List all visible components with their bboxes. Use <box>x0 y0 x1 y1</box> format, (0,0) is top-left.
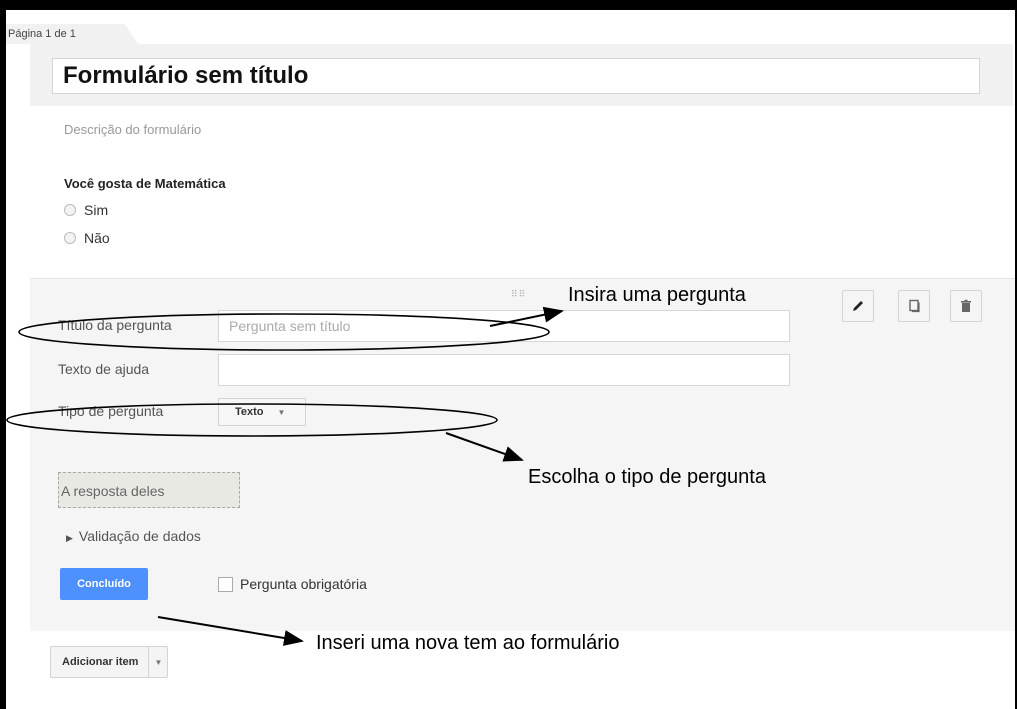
question-title: Você gosta de Matemática <box>64 176 226 191</box>
chevron-down-icon: ▼ <box>277 407 286 417</box>
add-item-button-group[interactable]: Adicionar item ▼ <box>50 646 169 678</box>
option-nao[interactable]: Não <box>64 230 110 246</box>
question-title-input[interactable]: Pergunta sem título <box>218 310 790 342</box>
question-type-select[interactable]: Texto ▼ <box>218 398 306 426</box>
edit-button[interactable] <box>842 290 874 322</box>
option-sim[interactable]: Sim <box>64 202 108 218</box>
triangle-right-icon: ▶ <box>66 533 73 543</box>
annotation-insert-item: Inseri uma nova tem ao formulário <box>316 632 620 654</box>
checkbox-icon[interactable] <box>218 576 233 592</box>
data-validation-toggle[interactable]: ▶ Validação de dados <box>66 528 201 544</box>
drag-handle-icon[interactable]: ⠿⠿ <box>511 289 526 300</box>
help-text-label: Texto de ajuda <box>58 361 150 377</box>
required-label: Pergunta obrigatória <box>240 576 367 592</box>
option-label: Sim <box>84 202 109 218</box>
page-indicator: Página 1 de 1 <box>6 24 138 44</box>
pencil-icon <box>853 301 863 311</box>
form-title-input[interactable]: Formulário sem título <box>52 58 980 94</box>
duplicate-button[interactable] <box>898 290 930 322</box>
delete-button[interactable] <box>950 290 982 322</box>
question-title-label: Título da pergunta <box>58 317 172 333</box>
chevron-down-icon[interactable]: ▼ <box>148 647 167 677</box>
duplicate-icon <box>909 299 920 313</box>
annotation-insert-question: Insira uma pergunta <box>568 284 746 306</box>
question-type-value: Texto <box>235 406 264 418</box>
form-editor-canvas: Página 1 de 1 Formulário sem título Desc… <box>6 10 1015 709</box>
radio-icon[interactable] <box>64 204 76 216</box>
radio-icon[interactable] <box>64 232 76 244</box>
done-button[interactable]: Concluído <box>60 568 148 600</box>
annotation-choose-type: Escolha o tipo de pergunta <box>528 466 766 488</box>
form-description-field[interactable]: Descrição do formulário <box>64 122 201 137</box>
help-text-input[interactable] <box>218 354 790 386</box>
option-label: Não <box>84 230 110 246</box>
data-validation-label: Validação de dados <box>78 528 201 544</box>
trash-icon <box>961 299 971 312</box>
question-type-label: Tipo de pergunta <box>58 403 164 419</box>
required-toggle[interactable]: Pergunta obrigatória <box>218 576 367 592</box>
add-item-button[interactable]: Adicionar item <box>51 647 148 677</box>
frame-border-top <box>0 0 1017 10</box>
answer-preview: A resposta deles <box>58 472 240 508</box>
